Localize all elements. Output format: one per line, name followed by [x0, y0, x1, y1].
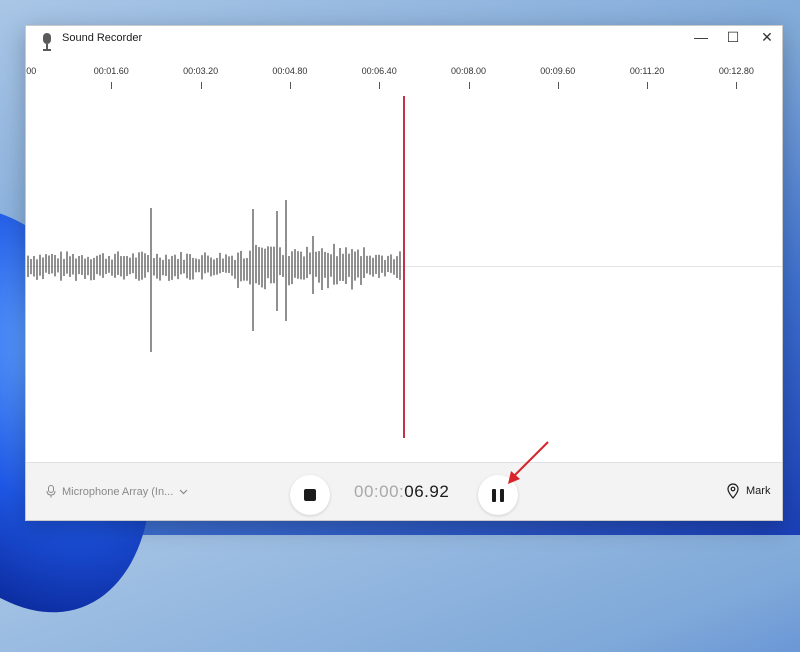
elapsed-timer: 00:00:06.92 — [354, 482, 449, 502]
playhead[interactable] — [403, 96, 405, 438]
timeline-tick-mark — [557, 82, 559, 89]
timeline-tick-label: 00:12.80 — [718, 66, 754, 76]
title-bar[interactable]: Sound Recorder — ☐ ✕ — [26, 26, 782, 60]
timeline-tick-label: 00:06.40 — [361, 66, 397, 76]
timeline-tick-label: 00:11.20 — [629, 66, 665, 76]
minimize-button[interactable]: — — [684, 26, 718, 48]
mark-button[interactable]: Mark — [726, 483, 770, 499]
timeline-tick-label: 00:09.60 — [540, 66, 576, 76]
timeline-tick-mark — [736, 82, 738, 89]
timeline-tick-mark — [468, 82, 470, 89]
timeline-tick-label: 00:08.00 — [450, 66, 487, 76]
pause-icon — [492, 488, 496, 502]
location-pin-icon — [727, 483, 739, 499]
microphone-icon — [43, 33, 51, 51]
sound-recorder-window: Sound Recorder — ☐ ✕ :00 00:01.60 00:03.20… — [25, 25, 783, 521]
close-button[interactable]: ✕ — [750, 26, 782, 48]
timer-muted-part: 00:00: — [354, 482, 405, 501]
timeline-tick-mark — [200, 82, 202, 89]
pause-button[interactable] — [478, 475, 518, 515]
timeline-tick-label: :00 — [26, 66, 37, 76]
stop-icon — [304, 489, 316, 501]
timeline-tick-label: 00:03.20 — [183, 66, 219, 76]
stop-button[interactable] — [290, 475, 330, 515]
maximize-button[interactable]: ☐ — [716, 26, 750, 48]
waveform-area — [26, 96, 782, 462]
pause-icon — [500, 488, 504, 502]
microphone-icon — [46, 485, 56, 498]
controls-bar: Microphone Array (In... 00:00:06.92 Mark — [26, 462, 782, 520]
mark-label: Mark — [746, 485, 771, 497]
chevron-down-icon — [179, 489, 188, 494]
timeline-tick-mark — [647, 82, 649, 89]
timer-main-part: 06.92 — [404, 482, 450, 501]
timeline-tick-label: 00:04.80 — [272, 66, 308, 76]
timeline-tick-label: 00:01.60 — [93, 66, 129, 76]
microphone-label: Microphone Array (In... — [62, 485, 174, 498]
timeline-tick-mark — [111, 82, 113, 89]
microphone-selector[interactable]: Microphone Array (In... — [46, 485, 188, 498]
timeline-tick-mark — [289, 82, 291, 89]
timeline-tick-mark — [379, 82, 381, 89]
app-title: Sound Recorder — [62, 32, 143, 44]
